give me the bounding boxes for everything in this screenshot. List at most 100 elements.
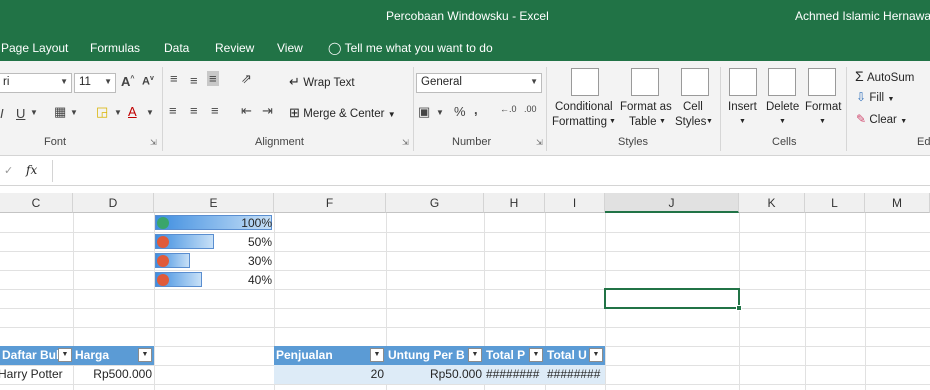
wrap-text-button[interactable]: ↵ Wrap Text bbox=[289, 74, 355, 90]
column-header-d[interactable]: D bbox=[73, 193, 154, 213]
format-cells-icon[interactable] bbox=[808, 68, 836, 96]
font-size-dropdown[interactable]: 11 ▼ bbox=[74, 73, 116, 93]
currency-icon[interactable]: ▣ bbox=[418, 104, 430, 120]
tab-page-layout[interactable]: Page Layout bbox=[1, 41, 68, 55]
clear-button[interactable]: ✎ Clear ▼ bbox=[856, 112, 907, 126]
italic-icon[interactable]: I bbox=[0, 106, 4, 121]
formula-input[interactable] bbox=[52, 160, 930, 182]
tab-review[interactable]: Review bbox=[215, 41, 254, 55]
filter-dropdown-icon[interactable]: ▼ bbox=[589, 348, 603, 362]
column-header-e[interactable]: E bbox=[154, 193, 274, 213]
autosum-button[interactable]: Σ AutoSum bbox=[855, 68, 914, 84]
middle-align-icon[interactable]: ≡ bbox=[190, 73, 198, 88]
databar-value[interactable]: 40% bbox=[155, 271, 272, 290]
fill-handle[interactable] bbox=[736, 305, 742, 311]
enter-check-icon[interactable]: ✓ bbox=[4, 164, 13, 177]
format-label[interactable]: Format bbox=[805, 101, 841, 113]
databar-value[interactable]: 30% bbox=[155, 252, 272, 271]
filter-dropdown-icon[interactable]: ▼ bbox=[138, 348, 152, 362]
filter-dropdown-icon[interactable]: ▼ bbox=[529, 348, 543, 362]
chevron-down-icon[interactable]: ▼ bbox=[779, 118, 786, 125]
table1-header-daftar-buku[interactable]: Daftar Buk ▼ bbox=[0, 346, 73, 365]
conditional-formatting-label-2[interactable]: Formatting bbox=[552, 116, 607, 128]
chevron-down-icon[interactable]: ▼ bbox=[659, 118, 666, 125]
increase-indent-icon[interactable]: ⇥ bbox=[262, 103, 273, 119]
percent-icon[interactable]: % bbox=[454, 104, 466, 119]
format-as-table-icon[interactable] bbox=[631, 68, 659, 96]
worksheet-grid[interactable]: C D E F G H I J K L M 100% 50% 30% 40% Daft… bbox=[0, 193, 930, 390]
tell-me-box[interactable]: ◯ Tell me what you want to do bbox=[328, 41, 493, 55]
table2-cell[interactable]: ######## bbox=[486, 365, 539, 384]
column-header-h[interactable]: H bbox=[484, 193, 545, 213]
decrease-indent-icon[interactable]: ⇤ bbox=[241, 103, 252, 119]
filter-dropdown-icon[interactable]: ▼ bbox=[58, 348, 72, 362]
column-header-j[interactable]: J bbox=[605, 193, 739, 213]
table2-header-penjualan[interactable]: Penjualan ▼ bbox=[274, 346, 386, 365]
decrease-font-icon[interactable]: Av bbox=[142, 75, 154, 88]
chevron-down-icon[interactable]: ▼ bbox=[146, 108, 154, 117]
table1-cell[interactable]: Rp500.000 bbox=[73, 365, 152, 384]
column-header-f[interactable]: F bbox=[274, 193, 386, 213]
underline-icon[interactable]: U bbox=[16, 106, 25, 121]
cell-styles-label-2[interactable]: Styles bbox=[675, 116, 706, 128]
font-color-icon[interactable]: A bbox=[128, 104, 137, 119]
insert-label[interactable]: Insert bbox=[728, 101, 757, 113]
column-header-m[interactable]: M bbox=[865, 193, 930, 213]
fill-button[interactable]: ⇩ Fill ▼ bbox=[856, 90, 894, 104]
align-left-icon[interactable]: ≡ bbox=[169, 103, 177, 118]
merge-center-button[interactable]: ⊞ Merge & Center ▼ bbox=[289, 105, 396, 121]
chevron-down-icon[interactable]: ▼ bbox=[739, 118, 746, 125]
function-icon[interactable]: fx bbox=[26, 163, 37, 177]
increase-font-icon[interactable]: A^ bbox=[121, 74, 134, 89]
top-align-icon[interactable]: ≡ bbox=[170, 71, 178, 86]
delete-label[interactable]: Delete bbox=[766, 101, 799, 113]
chevron-down-icon[interactable]: ▼ bbox=[706, 118, 713, 125]
table2-header-total-u[interactable]: Total U ▼ bbox=[545, 346, 605, 365]
borders-icon[interactable]: ▦ bbox=[54, 104, 66, 120]
user-name[interactable]: Achmed Islamic Hernawan bbox=[795, 9, 930, 23]
chevron-down-icon[interactable]: ▼ bbox=[819, 118, 826, 125]
tab-view[interactable]: View bbox=[277, 41, 303, 55]
chevron-down-icon[interactable]: ▼ bbox=[609, 118, 616, 125]
tab-data[interactable]: Data bbox=[164, 41, 189, 55]
insert-cells-icon[interactable] bbox=[729, 68, 757, 96]
fill-color-icon[interactable]: ◲ bbox=[96, 104, 108, 120]
chevron-down-icon[interactable]: ▼ bbox=[114, 108, 122, 117]
number-format-dropdown[interactable]: General ▼ bbox=[416, 73, 542, 93]
filter-dropdown-icon[interactable]: ▼ bbox=[468, 348, 482, 362]
decrease-decimal-icon[interactable]: .00 bbox=[524, 104, 537, 114]
databar-value[interactable]: 100% bbox=[155, 214, 272, 233]
cell-styles-icon[interactable] bbox=[681, 68, 709, 96]
column-header-i[interactable]: I bbox=[545, 193, 605, 213]
chevron-down-icon[interactable]: ▼ bbox=[30, 108, 38, 117]
dialog-launcher-icon[interactable]: ⇲ bbox=[402, 138, 409, 147]
chevron-down-icon[interactable]: ▼ bbox=[436, 108, 444, 117]
selected-cell[interactable] bbox=[604, 288, 742, 311]
column-header-l[interactable]: L bbox=[805, 193, 865, 213]
table1-header-harga[interactable]: Harga ▼ bbox=[73, 346, 154, 365]
increase-decimal-icon[interactable]: ←.0 bbox=[500, 104, 517, 114]
orientation-icon[interactable]: ⇗ bbox=[241, 71, 252, 87]
tab-formulas[interactable]: Formulas bbox=[90, 41, 140, 55]
conditional-formatting-icon[interactable] bbox=[571, 68, 599, 96]
format-as-table-label-1[interactable]: Format as bbox=[620, 101, 672, 113]
column-header-g[interactable]: G bbox=[386, 193, 484, 213]
column-header-k[interactable]: K bbox=[739, 193, 805, 213]
table2-header-total-p[interactable]: Total P ▼ bbox=[484, 346, 545, 365]
comma-icon[interactable]: , bbox=[474, 102, 478, 117]
dialog-launcher-icon[interactable]: ⇲ bbox=[150, 138, 157, 147]
chevron-down-icon[interactable]: ▼ bbox=[70, 108, 78, 117]
table2-cell[interactable]: ######## bbox=[547, 365, 600, 384]
align-center-icon[interactable]: ≡ bbox=[190, 103, 198, 118]
column-header-c[interactable]: C bbox=[0, 193, 73, 213]
delete-cells-icon[interactable] bbox=[768, 68, 796, 96]
align-right-icon[interactable]: ≡ bbox=[211, 103, 219, 118]
format-as-table-label-2[interactable]: Table bbox=[629, 116, 657, 128]
dialog-launcher-icon[interactable]: ⇲ bbox=[536, 138, 543, 147]
table2-cell[interactable]: Rp50.000 bbox=[386, 365, 482, 384]
cell-styles-label-1[interactable]: Cell bbox=[683, 101, 703, 113]
bottom-align-icon[interactable]: ≡ bbox=[207, 71, 219, 86]
table2-cell[interactable]: 20 bbox=[274, 365, 384, 384]
table1-cell[interactable]: Harry Potter bbox=[0, 365, 63, 384]
table2-header-untung[interactable]: Untung Per B ▼ bbox=[386, 346, 484, 365]
